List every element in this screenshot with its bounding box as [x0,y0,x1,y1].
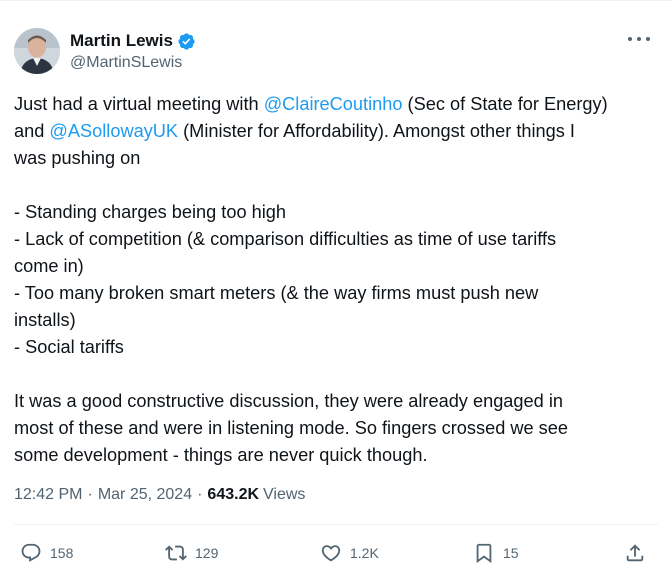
text-line: Just had a virtual meeting with @ClaireC… [14,91,659,118]
bullet-line: - Standing charges being too high [14,202,286,222]
mention-link-claire[interactable]: @ClaireCoutinho [264,94,403,114]
avatar[interactable] [14,28,60,74]
meta-separator: · [197,486,203,503]
text-line: was pushing on [14,148,141,168]
bullet-line: installs) [14,310,76,330]
text-segment: and [14,121,50,141]
text-segment: (Sec of State for Energy) [402,94,608,114]
author-display-name[interactable]: Martin Lewis [70,31,173,51]
author-handle[interactable]: @MartinSLewis [70,54,182,72]
text-line: some development - things are never quic… [14,445,428,465]
reply-count: 158 [50,545,74,561]
bullet-line: - Too many broken smart meters (& the wa… [14,283,539,303]
text-line: most of these and were in listening mode… [14,418,568,438]
meta-separator: · [87,486,93,503]
verified-badge-icon [178,32,195,50]
views-count: 643.2K [207,486,260,503]
reply-button[interactable]: 158 [20,537,73,569]
bullet-line: - Social tariffs [14,337,124,357]
tweet-card: Martin Lewis @MartinSLewis Just had a vi… [0,0,672,577]
like-count: 1.2K [350,545,379,561]
like-icon [321,545,341,562]
text-line: It was a good constructive discussion, t… [14,391,563,411]
more-icon [628,37,632,41]
more-options-button[interactable] [628,31,650,47]
tweet-meta: 12:42 PM · Mar 25, 2024 · 643.2K Views [14,486,305,504]
like-button[interactable]: 1.2K [320,537,379,569]
bookmark-icon [476,543,492,564]
share-icon [626,544,644,562]
bookmark-button[interactable]: 15 [473,537,519,569]
mention-link-asolloway[interactable]: @ASollowayUK [49,121,178,141]
views-label: Views [263,486,306,503]
more-icon-dot [646,37,650,41]
author-name-row[interactable]: Martin Lewis [70,30,196,52]
tweet-text: Just had a virtual meeting with @ClaireC… [14,91,659,469]
divider [14,524,658,525]
action-bar: 158 129 1.2K 15 [0,537,672,569]
avatar-image [14,28,60,74]
tweet-time[interactable]: 12:42 PM [14,486,82,504]
bullet-line: come in) [14,256,84,276]
text-segment: (Minister for Affordability). Amongst ot… [178,121,575,141]
repost-icon [165,545,187,561]
text-segment: Just had a virtual meeting with [14,94,264,114]
tweet-date[interactable]: Mar 25, 2024 [98,486,192,504]
text-line: and @ASollowayUK (Minister for Affordabi… [14,118,659,145]
bookmark-count: 15 [503,545,519,561]
repost-button[interactable]: 129 [165,537,218,569]
reply-icon [21,543,41,562]
more-icon-dot [637,37,641,41]
repost-count: 129 [195,545,219,561]
bullet-line: - Lack of competition (& comparison diff… [14,229,557,249]
share-button[interactable] [624,537,646,569]
